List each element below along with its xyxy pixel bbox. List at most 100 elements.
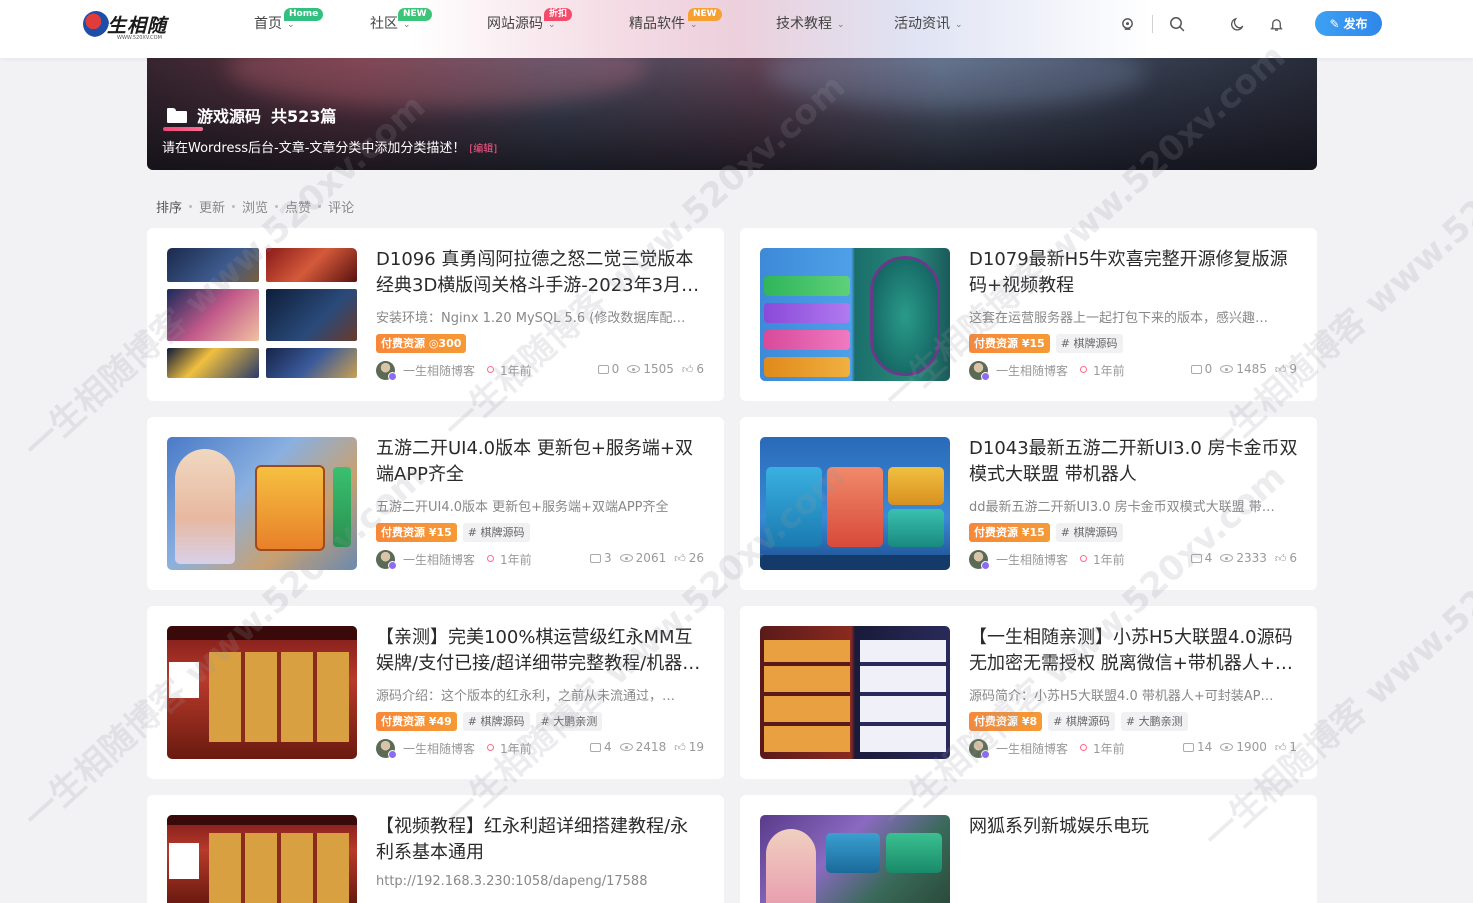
author-name[interactable]: 一生相随博客	[996, 362, 1068, 379]
post-card[interactable]: 网狐系列新城娱乐电玩	[740, 795, 1317, 903]
post-title[interactable]: D1043最新五游二开新UI3.0 房卡金币双模式大联盟 带机器人	[969, 436, 1299, 488]
like-icon: 👍︎	[1274, 740, 1287, 754]
post-card[interactable]: 【一生相随亲测】小苏H5大联盟4.0源码无加密无需授权 脱离微信+带机器人+… …	[740, 606, 1317, 779]
like-icon: 👍︎	[1274, 551, 1287, 565]
game-mode-tile	[766, 467, 822, 547]
post-stats: 0 1505 👍︎ 6	[597, 362, 704, 376]
avatar[interactable]	[969, 361, 990, 381]
site-logo[interactable]: 生相随 WWW.520XV.COM	[83, 9, 167, 41]
nav-badge-home: Home	[284, 8, 324, 21]
category-tag[interactable]: # 棋牌源码	[1055, 523, 1123, 542]
like-count: 9	[1289, 362, 1297, 376]
game-mode-tile	[888, 467, 944, 505]
post-thumbnail[interactable]	[167, 248, 357, 381]
post-title[interactable]: 【一生相随亲测】小苏H5大联盟4.0源码无加密无需授权 脱离微信+带机器人+…	[969, 625, 1299, 677]
nav-item-website-source[interactable]: 网站源码 ⌄	[487, 0, 556, 48]
category-tag[interactable]: # 大鹏亲测	[1120, 712, 1188, 731]
author-name[interactable]: 一生相随博客	[403, 551, 475, 568]
game-menu-tile	[764, 276, 850, 296]
sort-option-comments[interactable]: 评论	[328, 197, 354, 216]
avatar[interactable]	[969, 739, 990, 759]
post-title[interactable]: 网狐系列新城娱乐电玩	[969, 814, 1299, 840]
category-tag[interactable]: # 棋牌源码	[1055, 334, 1123, 353]
eye-icon	[619, 743, 633, 751]
post-card[interactable]: 【视频教程】红永利超详细搭建教程/永利系基本通用 http://192.168.…	[147, 795, 724, 903]
post-card[interactable]: 【亲测】完美100%棋运营级红永MM互娱牌/支付已接/超详细带完整教程/机器… …	[147, 606, 724, 779]
post-thumbnail[interactable]	[167, 626, 357, 759]
post-tags: 付费资源 ¥49 # 棋牌源码 # 大鹏亲测	[376, 712, 603, 731]
category-tag[interactable]: # 棋牌源码	[462, 712, 530, 731]
post-stats: 14 1900 👍︎ 1	[1183, 740, 1297, 754]
paid-resource-badge[interactable]: 付费资源 ◎300	[376, 334, 467, 353]
view-count: 1505	[643, 362, 674, 376]
publish-button[interactable]: ✎ 发布	[1315, 11, 1382, 36]
like-count: 19	[688, 740, 704, 754]
post-thumbnail[interactable]	[167, 815, 357, 903]
clock-icon	[1080, 744, 1087, 751]
post-stats: 3 2061 👍︎ 26	[590, 551, 704, 565]
paid-resource-badge[interactable]: 付费资源 ¥8	[969, 712, 1043, 731]
post-tags: 付费资源 ¥15 # 棋牌源码	[969, 334, 1123, 353]
eye-icon	[627, 365, 641, 373]
nav-item-events[interactable]: 活动资讯 ⌄	[894, 0, 963, 48]
post-card[interactable]: D1096 真勇闯阿拉德之怒二觉三觉版本经典3D横版闯关格斗手游-2023年3月…	[147, 228, 724, 401]
post-time: 1年前	[1093, 553, 1125, 567]
post-title[interactable]: 五游二开UI4.0版本 更新包+服务端+双端APP齐全	[376, 436, 706, 488]
nav-item-software[interactable]: 精品软件 ⌄	[629, 0, 698, 48]
view-count: 2333	[1236, 551, 1267, 565]
post-title[interactable]: D1079最新H5牛欢喜完整开源修复版源码+视频教程	[969, 247, 1299, 299]
post-meta: 一生相随博客 1年前 0 1505 👍︎ 6	[376, 361, 704, 381]
character-figure	[175, 449, 235, 564]
post-card[interactable]: D1043最新五游二开新UI3.0 房卡金币双模式大联盟 带机器人 dd最新五游…	[740, 417, 1317, 590]
post-thumbnail[interactable]	[760, 626, 950, 759]
post-tags: 付费资源 ¥8 # 棋牌源码 # 大鹏亲测	[969, 712, 1188, 731]
like-count: 6	[696, 362, 704, 376]
post-thumbnail[interactable]	[760, 437, 950, 570]
nav-badge-community: NEW	[398, 8, 432, 21]
sort-option-updated[interactable]: 更新	[199, 197, 225, 216]
bell-icon[interactable]	[1262, 10, 1290, 38]
post-thumbnail[interactable]	[167, 437, 357, 570]
post-title[interactable]: D1096 真勇闯阿拉德之怒二觉三觉版本经典3D横版闯关格斗手游-2023年3月…	[376, 247, 706, 299]
paid-resource-badge[interactable]: 付费资源 ¥15	[376, 523, 457, 542]
post-thumbnail[interactable]	[760, 815, 950, 903]
post-stats: 0 1485 👍︎ 9	[1190, 362, 1297, 376]
like-icon: 👍︎	[674, 740, 686, 754]
game-table	[870, 256, 940, 376]
comment-icon	[590, 742, 602, 752]
character-figure	[766, 829, 816, 903]
game-menu-tile	[764, 357, 850, 377]
sort-option-views[interactable]: 浏览	[242, 197, 268, 216]
edit-link[interactable]: [编辑]	[469, 144, 497, 155]
author-name[interactable]: 一生相随博客	[996, 740, 1068, 757]
game-menu-tile	[764, 303, 850, 323]
category-count: 共523篇	[271, 107, 337, 126]
user-search-icon[interactable]	[1113, 10, 1141, 38]
paid-resource-badge[interactable]: 付费资源 ¥15	[969, 523, 1050, 542]
author-name[interactable]: 一生相随博客	[996, 551, 1068, 568]
moon-icon[interactable]	[1223, 10, 1251, 38]
sort-option-likes[interactable]: 点赞	[285, 197, 311, 216]
nav-item-tutorials[interactable]: 技术教程 ⌄	[776, 0, 845, 48]
post-title[interactable]: 【亲测】完美100%棋运营级红永MM互娱牌/支付已接/超详细带完整教程/机器…	[376, 625, 706, 677]
avatar[interactable]	[969, 550, 990, 570]
category-tag[interactable]: # 棋牌源码	[1048, 712, 1115, 731]
post-card[interactable]: 五游二开UI4.0版本 更新包+服务端+双端APP齐全 五游二开UI4.0版本 …	[147, 417, 724, 590]
logo-mark-icon	[83, 11, 109, 37]
category-tag[interactable]: # 大鹏亲测	[535, 712, 603, 731]
comment-icon	[1190, 553, 1202, 563]
author-name[interactable]: 一生相随博客	[403, 740, 475, 757]
post-excerpt: 源码介绍：这个版本的红永利，之前从未流通过，…	[376, 689, 676, 704]
avatar[interactable]	[376, 550, 397, 570]
post-title[interactable]: 【视频教程】红永利超详细搭建教程/永利系基本通用	[376, 814, 706, 866]
chevron-down-icon: ⌄	[837, 20, 845, 30]
avatar[interactable]	[376, 361, 397, 381]
paid-resource-badge[interactable]: 付费资源 ¥49	[376, 712, 457, 731]
search-icon[interactable]	[1163, 10, 1191, 38]
post-thumbnail[interactable]	[760, 248, 950, 381]
author-name[interactable]: 一生相随博客	[403, 362, 475, 379]
category-tag[interactable]: # 棋牌源码	[462, 523, 530, 542]
paid-resource-badge[interactable]: 付费资源 ¥15	[969, 334, 1050, 353]
post-card[interactable]: D1079最新H5牛欢喜完整开源修复版源码+视频教程 这套在运营服务器上一起打包…	[740, 228, 1317, 401]
avatar[interactable]	[376, 739, 397, 759]
